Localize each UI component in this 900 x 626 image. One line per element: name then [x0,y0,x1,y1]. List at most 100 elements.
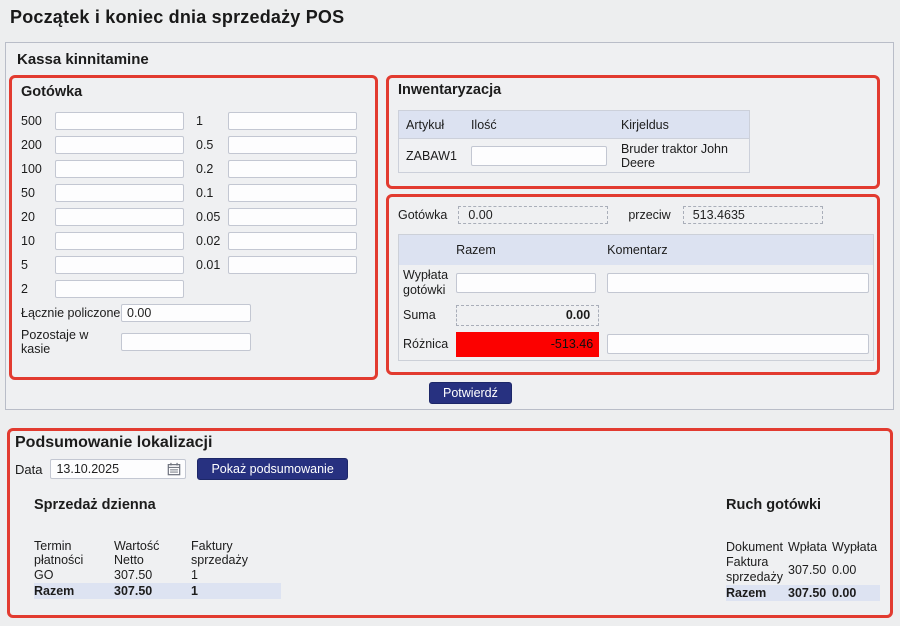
movement-cell-document: Faktura sprzedaży [726,555,788,585]
cash-payout-total-input[interactable] [456,273,596,293]
denom-input-1[interactable] [228,112,357,130]
location-summary-title: Podsumowanie lokalizacji [15,434,212,452]
daily-header-sales-invoices: Faktury sprzedaży [191,539,281,567]
movement-total-deposit: 307.50 [788,585,832,601]
show-summary-button[interactable]: Pokaż podsumowanie [197,458,347,480]
denom-input-0-2[interactable] [228,160,357,178]
daily-total-invoices: 1 [191,583,281,599]
denom-label-0-5: 0.5 [196,138,228,152]
sum-value: 0.00 [456,305,599,326]
sum-row: Suma 0.00 [399,302,874,329]
inventory-header-row: Artykuł Ilość Kirjeldus [399,111,750,139]
date-label: Data [15,462,42,477]
denomination-row: 200 0.5 [21,136,366,154]
denom-label-10: 10 [21,234,55,248]
remains-in-register-input[interactable] [121,333,251,351]
denom-input-10[interactable] [55,232,184,250]
daily-sales-section: Sprzedaż dzienna Termin płatności Wartoś… [34,497,281,599]
location-summary-panel: Podsumowanie lokalizacji Data Pokaż pods… [7,428,893,618]
daily-sales-total-row: Razem 307.50 1 [34,583,281,599]
denom-label-5: 5 [21,258,55,272]
denom-label-2: 2 [21,282,55,296]
cash-movement-table: Dokument Wpłata Wypłata Faktura sprzedaż… [726,539,880,601]
daily-header-payment-term: Termin płatności [34,539,114,567]
kassa-section-title: Kassa kinnitamine [17,51,149,68]
denom-label-100: 100 [21,162,55,176]
daily-total-label: Razem [34,583,114,599]
difference-label: Różnica [399,329,453,361]
denom-label-0-01: 0.01 [196,258,228,272]
inventory-quantity-input[interactable] [471,146,607,166]
denom-label-0-1: 0.1 [196,186,228,200]
denomination-row: 20 0.05 [21,208,366,226]
denom-label-500: 500 [21,114,55,128]
denom-input-2[interactable] [55,280,184,298]
movement-header-withdrawal: Wypłata [832,539,880,555]
denom-input-0-02[interactable] [228,232,357,250]
recon-cash-label: Gotówka [398,208,447,222]
cash-panel-title: Gotówka [21,84,366,100]
daily-cell-net: 307.50 [114,567,191,583]
denomination-list: 500 1 200 0.5 100 0.2 50 0.1 [21,112,366,298]
total-counted-input[interactable] [121,304,251,322]
denom-input-0-05[interactable] [228,208,357,226]
denomination-row: 5 0.01 [21,256,366,274]
daily-header-net-value: Wartość Netto [114,539,191,567]
cash-movement-title: Ruch gotówki [726,497,880,513]
inventory-panel-title: Inwentaryzacja [398,82,868,98]
recon-header-comment: Komentarz [603,235,874,265]
denomination-row: 100 0.2 [21,160,366,178]
daily-cell-term: GO [34,567,114,583]
denom-label-1: 1 [196,114,228,128]
denom-input-500[interactable] [55,112,184,130]
denom-input-5[interactable] [55,256,184,274]
recon-header-total: Razem [452,235,603,265]
inventory-row: ZABAW1 Bruder traktor John Deere [399,139,750,173]
inventory-panel: Inwentaryzacja Artykuł Ilość Kirjeldus Z… [386,75,880,189]
denom-input-0-01[interactable] [228,256,357,274]
inventory-header-article: Artykuł [399,111,464,139]
cash-movement-header-row: Dokument Wpłata Wypłata [726,539,880,555]
movement-cell-withdrawal: 0.00 [832,555,880,585]
movement-total-withdrawal: 0.00 [832,585,880,601]
movement-header-document: Dokument [726,539,788,555]
recon-header-row: Razem Komentarz [399,235,874,265]
daily-sales-table: Termin płatności Wartość Netto Faktury s… [34,539,281,599]
denomination-row: 2 [21,280,366,298]
denom-input-20[interactable] [55,208,184,226]
denom-label-50: 50 [21,186,55,200]
cash-movement-row: Faktura sprzedaży 307.50 0.00 [726,555,880,585]
denomination-row: 10 0.02 [21,232,366,250]
reconciliation-panel: Gotówka 0.00 przeciw 513.4635 Razem Kome… [386,194,880,375]
denom-label-200: 200 [21,138,55,152]
movement-cell-deposit: 307.50 [788,555,832,585]
difference-comment-input[interactable] [607,334,869,354]
cash-movement-total-row: Razem 307.50 0.00 [726,585,880,601]
daily-total-net: 307.50 [114,583,191,599]
recon-against-label: przeciw [628,208,670,222]
inventory-header-description: Kirjeldus [614,111,750,139]
inventory-header-quantity: Ilość [464,111,614,139]
daily-cell-invoices: 1 [191,567,281,583]
page-title: Początek i koniec dnia sprzedaży POS [10,7,344,28]
denom-input-50[interactable] [55,184,184,202]
denom-label-0-02: 0.02 [196,234,228,248]
denom-input-0-5[interactable] [228,136,357,154]
movement-total-label: Razem [726,585,788,601]
date-input[interactable] [50,459,186,479]
calendar-icon[interactable] [167,462,181,476]
daily-sales-header-row: Termin płatności Wartość Netto Faktury s… [34,539,281,567]
sum-label: Suma [399,302,453,329]
cash-panel: Gotówka 500 1 200 0.5 100 0.2 50 [9,75,378,380]
denom-input-0-1[interactable] [228,184,357,202]
cash-payout-comment-input[interactable] [607,273,869,293]
reconciliation-table: Razem Komentarz Wypłata gotówki Suma 0.0… [398,234,874,361]
denom-input-200[interactable] [55,136,184,154]
denom-input-100[interactable] [55,160,184,178]
cash-payout-label: Wypłata gotówki [399,265,453,302]
daily-sales-title: Sprzedaż dzienna [34,497,281,513]
confirm-button[interactable]: Potwierdź [429,382,512,404]
denomination-row: 50 0.1 [21,184,366,202]
daily-sales-row: GO 307.50 1 [34,567,281,583]
recon-cash-value: 0.00 [458,206,608,224]
